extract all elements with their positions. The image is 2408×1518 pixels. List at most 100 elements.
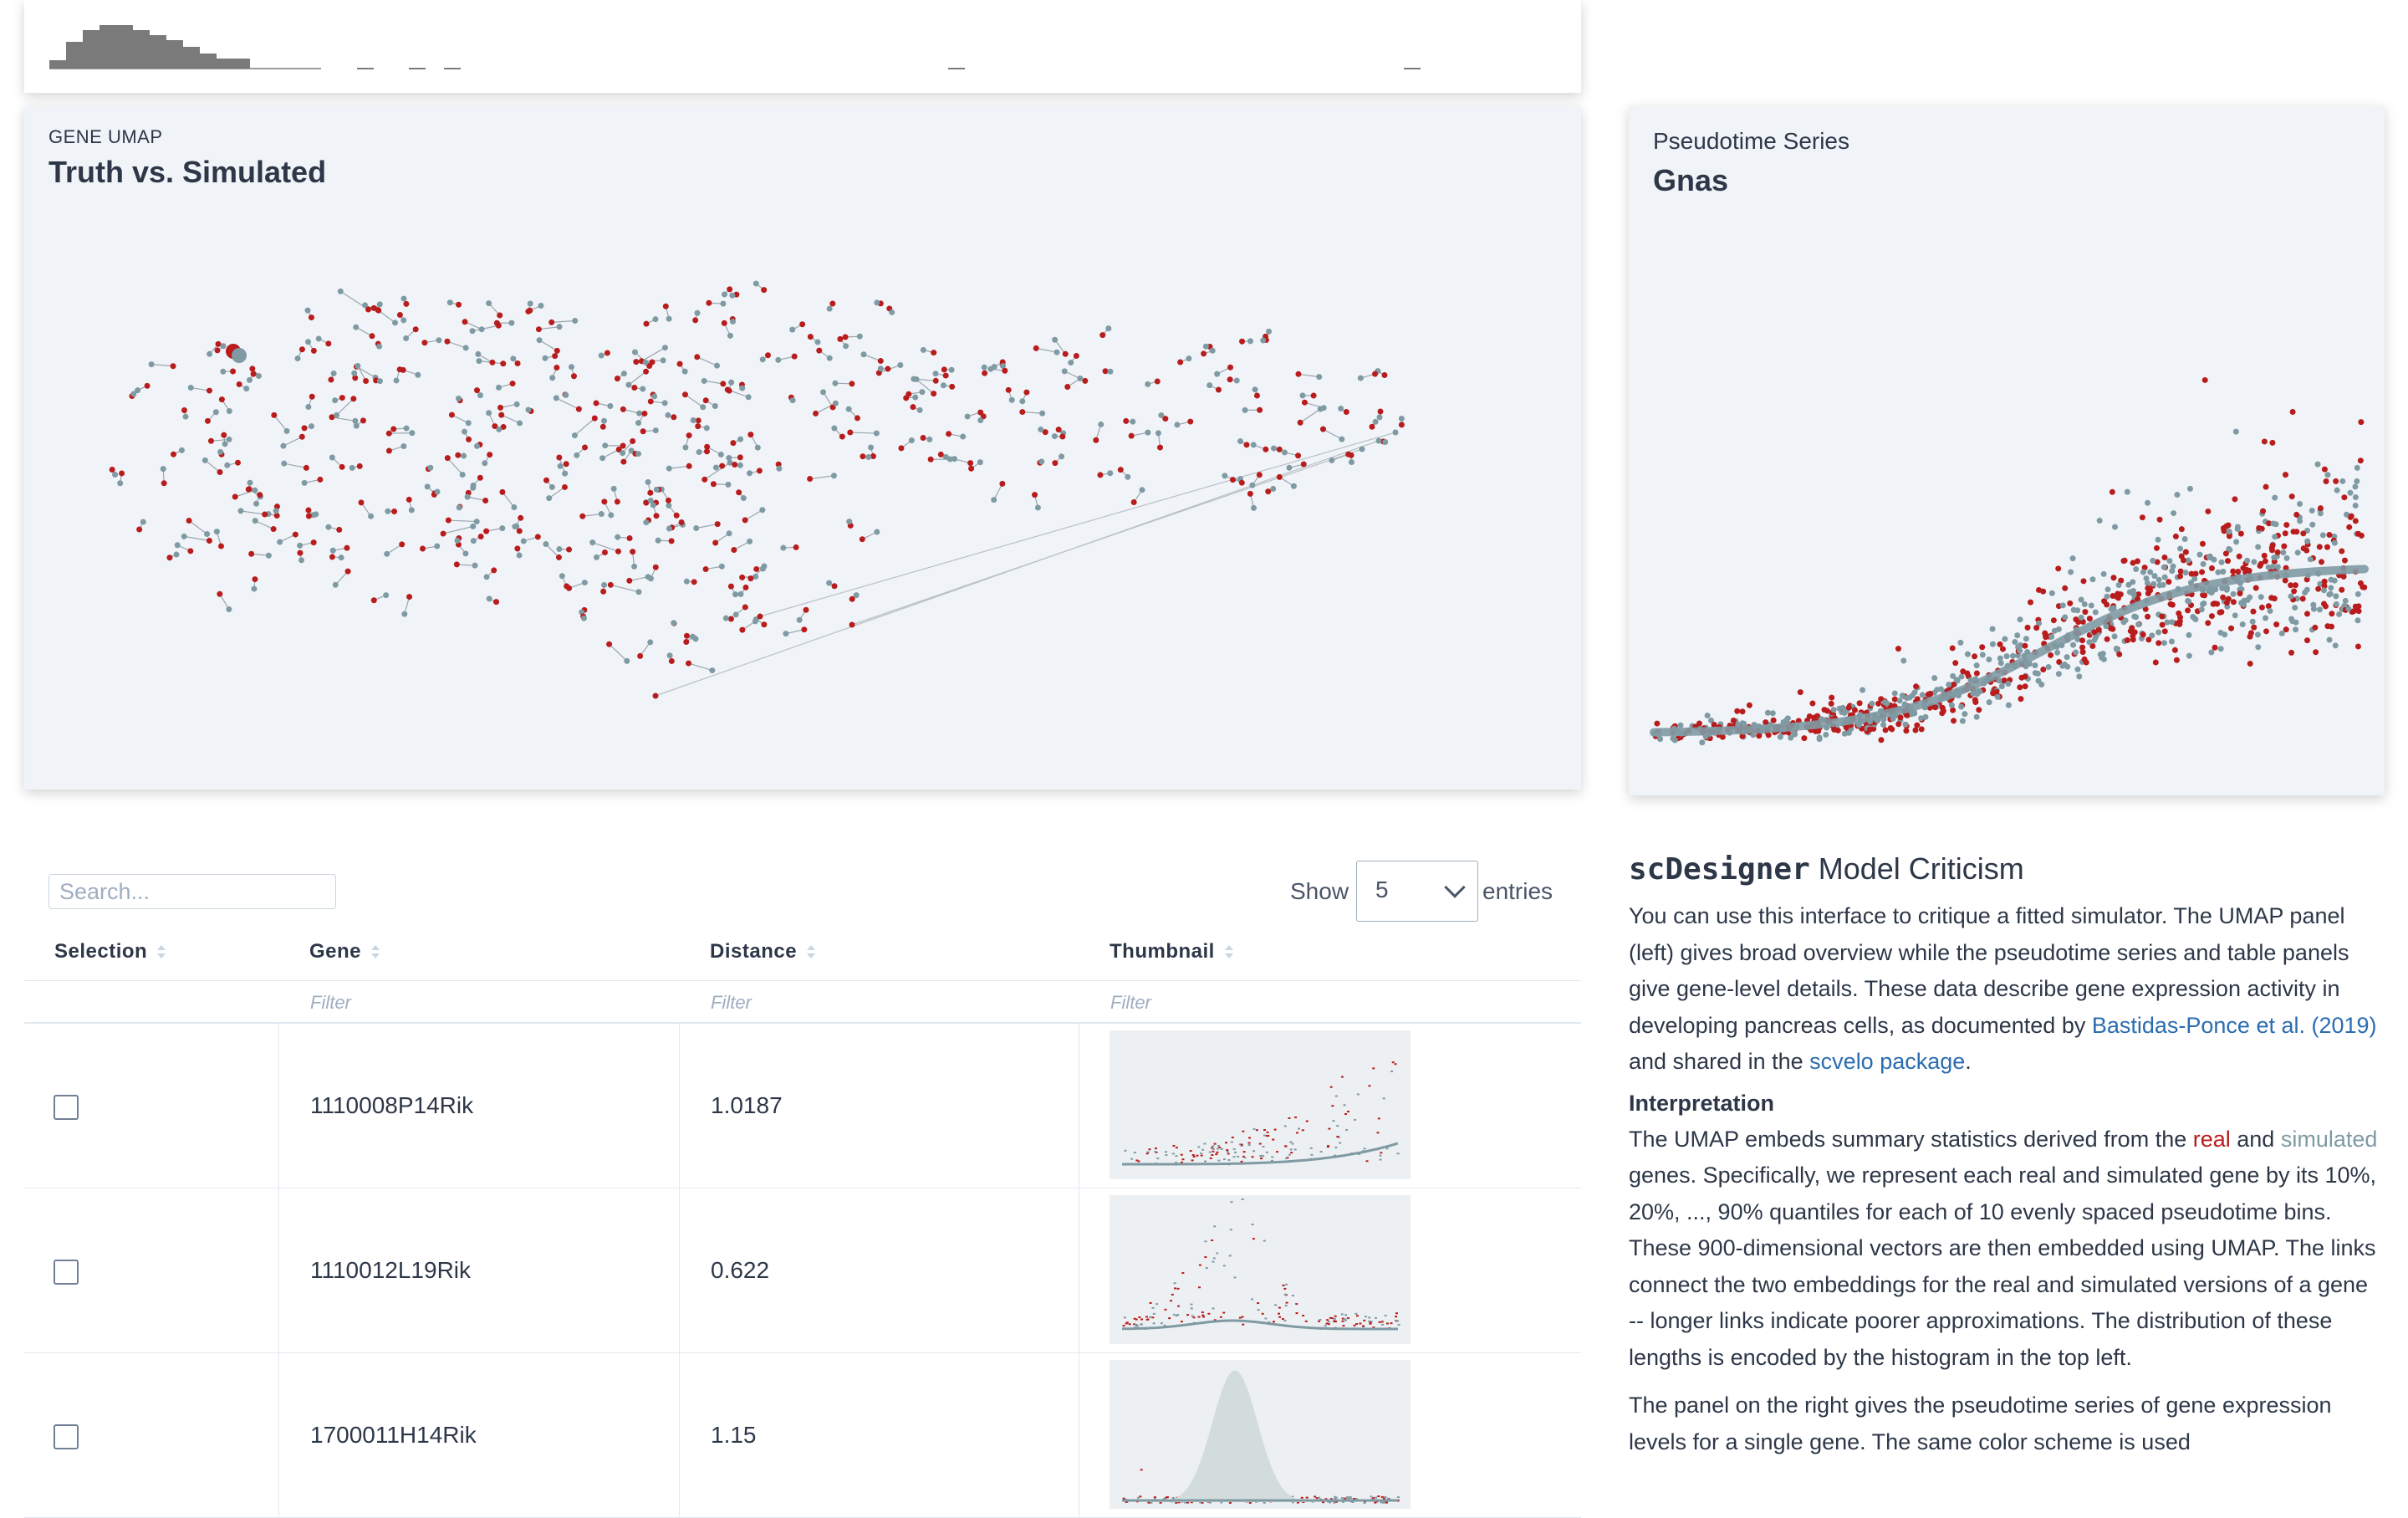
umap-point-real	[732, 462, 737, 468]
scvelo-link[interactable]: scvelo package	[1809, 1049, 1965, 1074]
thumbnail-point	[1326, 1319, 1329, 1321]
pseudotime-point-real	[2308, 556, 2314, 562]
thumbnail-plot[interactable]	[1110, 1360, 1411, 1509]
interpretation-paragraph: The UMAP embeds summary statistics deriv…	[1629, 1122, 2381, 1377]
entries-select[interactable]: 5	[1356, 861, 1478, 922]
umap-point-simulated	[376, 344, 382, 350]
thumbnail-point	[1153, 1322, 1156, 1324]
umap-point-real	[757, 468, 763, 473]
thumbnail-filter-input[interactable]: Filter	[1110, 992, 1151, 1014]
pseudotime-point-real	[2073, 616, 2079, 622]
distance-filter-input[interactable]: Filter	[711, 992, 752, 1014]
column-divider	[278, 1353, 279, 1517]
umap-point-simulated	[549, 484, 555, 490]
row-checkbox[interactable]	[54, 1424, 79, 1449]
umap-point-real	[1302, 400, 1308, 406]
umap-point-real	[715, 521, 721, 527]
umap-point-simulated	[525, 406, 531, 412]
pseudotime-point-simulated	[2087, 616, 2093, 621]
umap-point-real	[566, 547, 572, 553]
umap-point-real	[371, 305, 377, 311]
pseudotime-point-simulated	[2348, 490, 2354, 496]
thumbnail-plot[interactable]	[1110, 1030, 1411, 1179]
thumbnail-point	[1212, 1148, 1215, 1150]
pseudotime-point-simulated	[1964, 671, 1970, 677]
umap-point-real	[730, 440, 736, 446]
umap-point-real	[455, 452, 461, 458]
umap-point-simulated	[648, 575, 654, 581]
pseudotime-point-real	[1809, 701, 1815, 707]
pseudotime-point-real	[1995, 694, 2001, 700]
umap-point-real	[706, 300, 712, 306]
thumbnail-point	[1284, 1125, 1287, 1127]
thumbnail-point	[1302, 1315, 1304, 1316]
pseudotime-point-simulated	[2112, 633, 2118, 639]
umap-point-real	[299, 346, 305, 352]
table-row[interactable]: 1110008P14Rik 1.0187	[24, 1024, 1581, 1188]
thumbnail-points	[1123, 1199, 1400, 1330]
gene-filter-input[interactable]: Filter	[310, 992, 351, 1014]
thumbnail-point	[1192, 1316, 1195, 1318]
umap-point-simulated	[917, 407, 923, 413]
umap-link	[1036, 348, 1057, 352]
row-checkbox[interactable]	[54, 1095, 79, 1120]
umap-point-real	[357, 463, 363, 469]
pseudotime-point-simulated	[2263, 628, 2269, 634]
umap-point-real	[208, 438, 214, 444]
umap-point-real	[758, 614, 763, 620]
umap-point-simulated	[1158, 412, 1164, 418]
column-header-thumbnail[interactable]: Thumbnail	[1110, 940, 1233, 963]
thumbnail-point	[1294, 1148, 1297, 1150]
umap-point-real	[620, 459, 626, 465]
pseudotime-point-real	[2312, 625, 2318, 631]
pseudotime-point-simulated	[2161, 640, 2167, 646]
pseudotime-point-simulated	[1747, 703, 1752, 708]
umap-point-real	[181, 407, 187, 413]
umap-point-real	[736, 489, 742, 495]
table-row[interactable]: 1110012L19Rik 0.622	[24, 1188, 1581, 1353]
thumbnail-point	[1140, 1469, 1143, 1470]
umap-point-simulated	[1068, 360, 1074, 365]
pseudotime-point-real	[2177, 573, 2183, 579]
thumbnail-point	[1347, 1111, 1349, 1112]
umap-point-real	[215, 347, 221, 353]
umap-scatter[interactable]	[24, 106, 1581, 790]
umap-point-simulated	[714, 363, 720, 369]
thumbnail-point	[1252, 1156, 1254, 1158]
umap-point-real	[1157, 445, 1163, 451]
bastidas-ponce-link[interactable]: Bastidas-Ponce et al. (2019)	[2092, 1013, 2377, 1038]
column-header-gene[interactable]: Gene	[309, 940, 380, 963]
thumbnail-point	[1385, 1502, 1388, 1504]
umap-point-real	[683, 639, 689, 645]
umap-link	[669, 466, 689, 468]
umap-point-real	[643, 321, 649, 327]
umap-point-real	[311, 348, 317, 354]
umap-point-real	[728, 616, 734, 622]
column-header-distance[interactable]: Distance	[710, 940, 815, 963]
thumbnail-point	[1233, 1276, 1236, 1278]
thumbnail-point	[1156, 1158, 1159, 1159]
thumbnail-point	[1376, 1132, 1379, 1133]
umap-point-real	[474, 387, 480, 393]
row-checkbox[interactable]	[54, 1260, 79, 1285]
umap-point-simulated	[204, 531, 210, 537]
pseudotime-point-real	[2160, 622, 2166, 628]
umap-link	[1323, 429, 1341, 439]
column-header-selection[interactable]: Selection	[54, 940, 166, 963]
umap-point-simulated	[538, 303, 543, 309]
pseudotime-scatter[interactable]	[1629, 106, 2385, 795]
thumbnail-point	[1252, 1150, 1255, 1152]
umap-point-simulated	[696, 449, 702, 455]
umap-point-simulated	[759, 507, 765, 513]
table-row[interactable]: 1700011H14Rik 1.15	[24, 1353, 1581, 1518]
pseudotime-point-simulated	[2333, 593, 2339, 599]
umap-point-simulated	[827, 355, 833, 361]
umap-point-simulated	[602, 442, 608, 448]
pseudotime-point-simulated	[2196, 552, 2202, 558]
umap-point-simulated	[183, 414, 189, 420]
thumbnail-plot[interactable]	[1110, 1195, 1411, 1344]
distance-histogram[interactable]	[24, 0, 1581, 93]
pseudotime-point-real	[1974, 662, 1980, 668]
search-input[interactable]	[48, 874, 336, 909]
pseudotime-point-simulated	[2269, 544, 2275, 550]
